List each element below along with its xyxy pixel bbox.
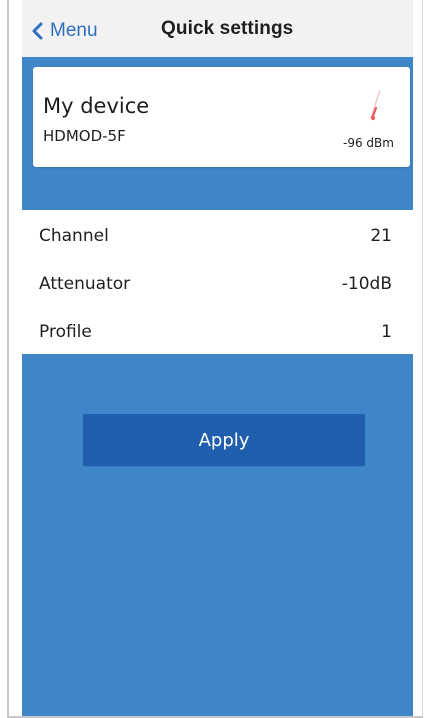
setting-value-profile: 1 — [381, 322, 392, 342]
top-bar: Menu Quick settings — [22, 0, 413, 58]
settings-row-attenuator[interactable]: Attenuator -10dB — [22, 258, 413, 306]
back-button[interactable]: Menu — [30, 16, 98, 46]
frame-left-border — [7, 0, 9, 718]
quick-settings-screen: Menu Quick settings My device HDMOD-5F -… — [22, 0, 413, 718]
settings-row-profile[interactable]: Profile 1 — [22, 306, 413, 354]
chevron-left-icon — [30, 22, 44, 40]
setting-label-channel: Channel — [39, 226, 109, 246]
device-name: My device — [43, 94, 150, 118]
settings-list: Channel 21 Attenuator -10dB Profile 1 — [22, 210, 413, 354]
apply-button[interactable]: Apply — [83, 414, 365, 466]
signal-meter-icon — [362, 88, 390, 130]
back-label: Menu — [50, 20, 98, 41]
signal-value: -96 dBm — [343, 136, 394, 150]
app-frame: Menu Quick settings My device HDMOD-5F -… — [0, 0, 432, 718]
setting-value-channel: 21 — [370, 226, 392, 246]
frame-right-border — [422, 0, 423, 718]
page-title: Quick settings — [161, 18, 294, 39]
setting-label-attenuator: Attenuator — [39, 274, 131, 294]
setting-value-attenuator: -10dB — [341, 274, 392, 294]
device-model: HDMOD-5F — [43, 127, 126, 145]
setting-label-profile: Profile — [39, 322, 92, 342]
settings-row-channel[interactable]: Channel 21 — [22, 210, 413, 258]
